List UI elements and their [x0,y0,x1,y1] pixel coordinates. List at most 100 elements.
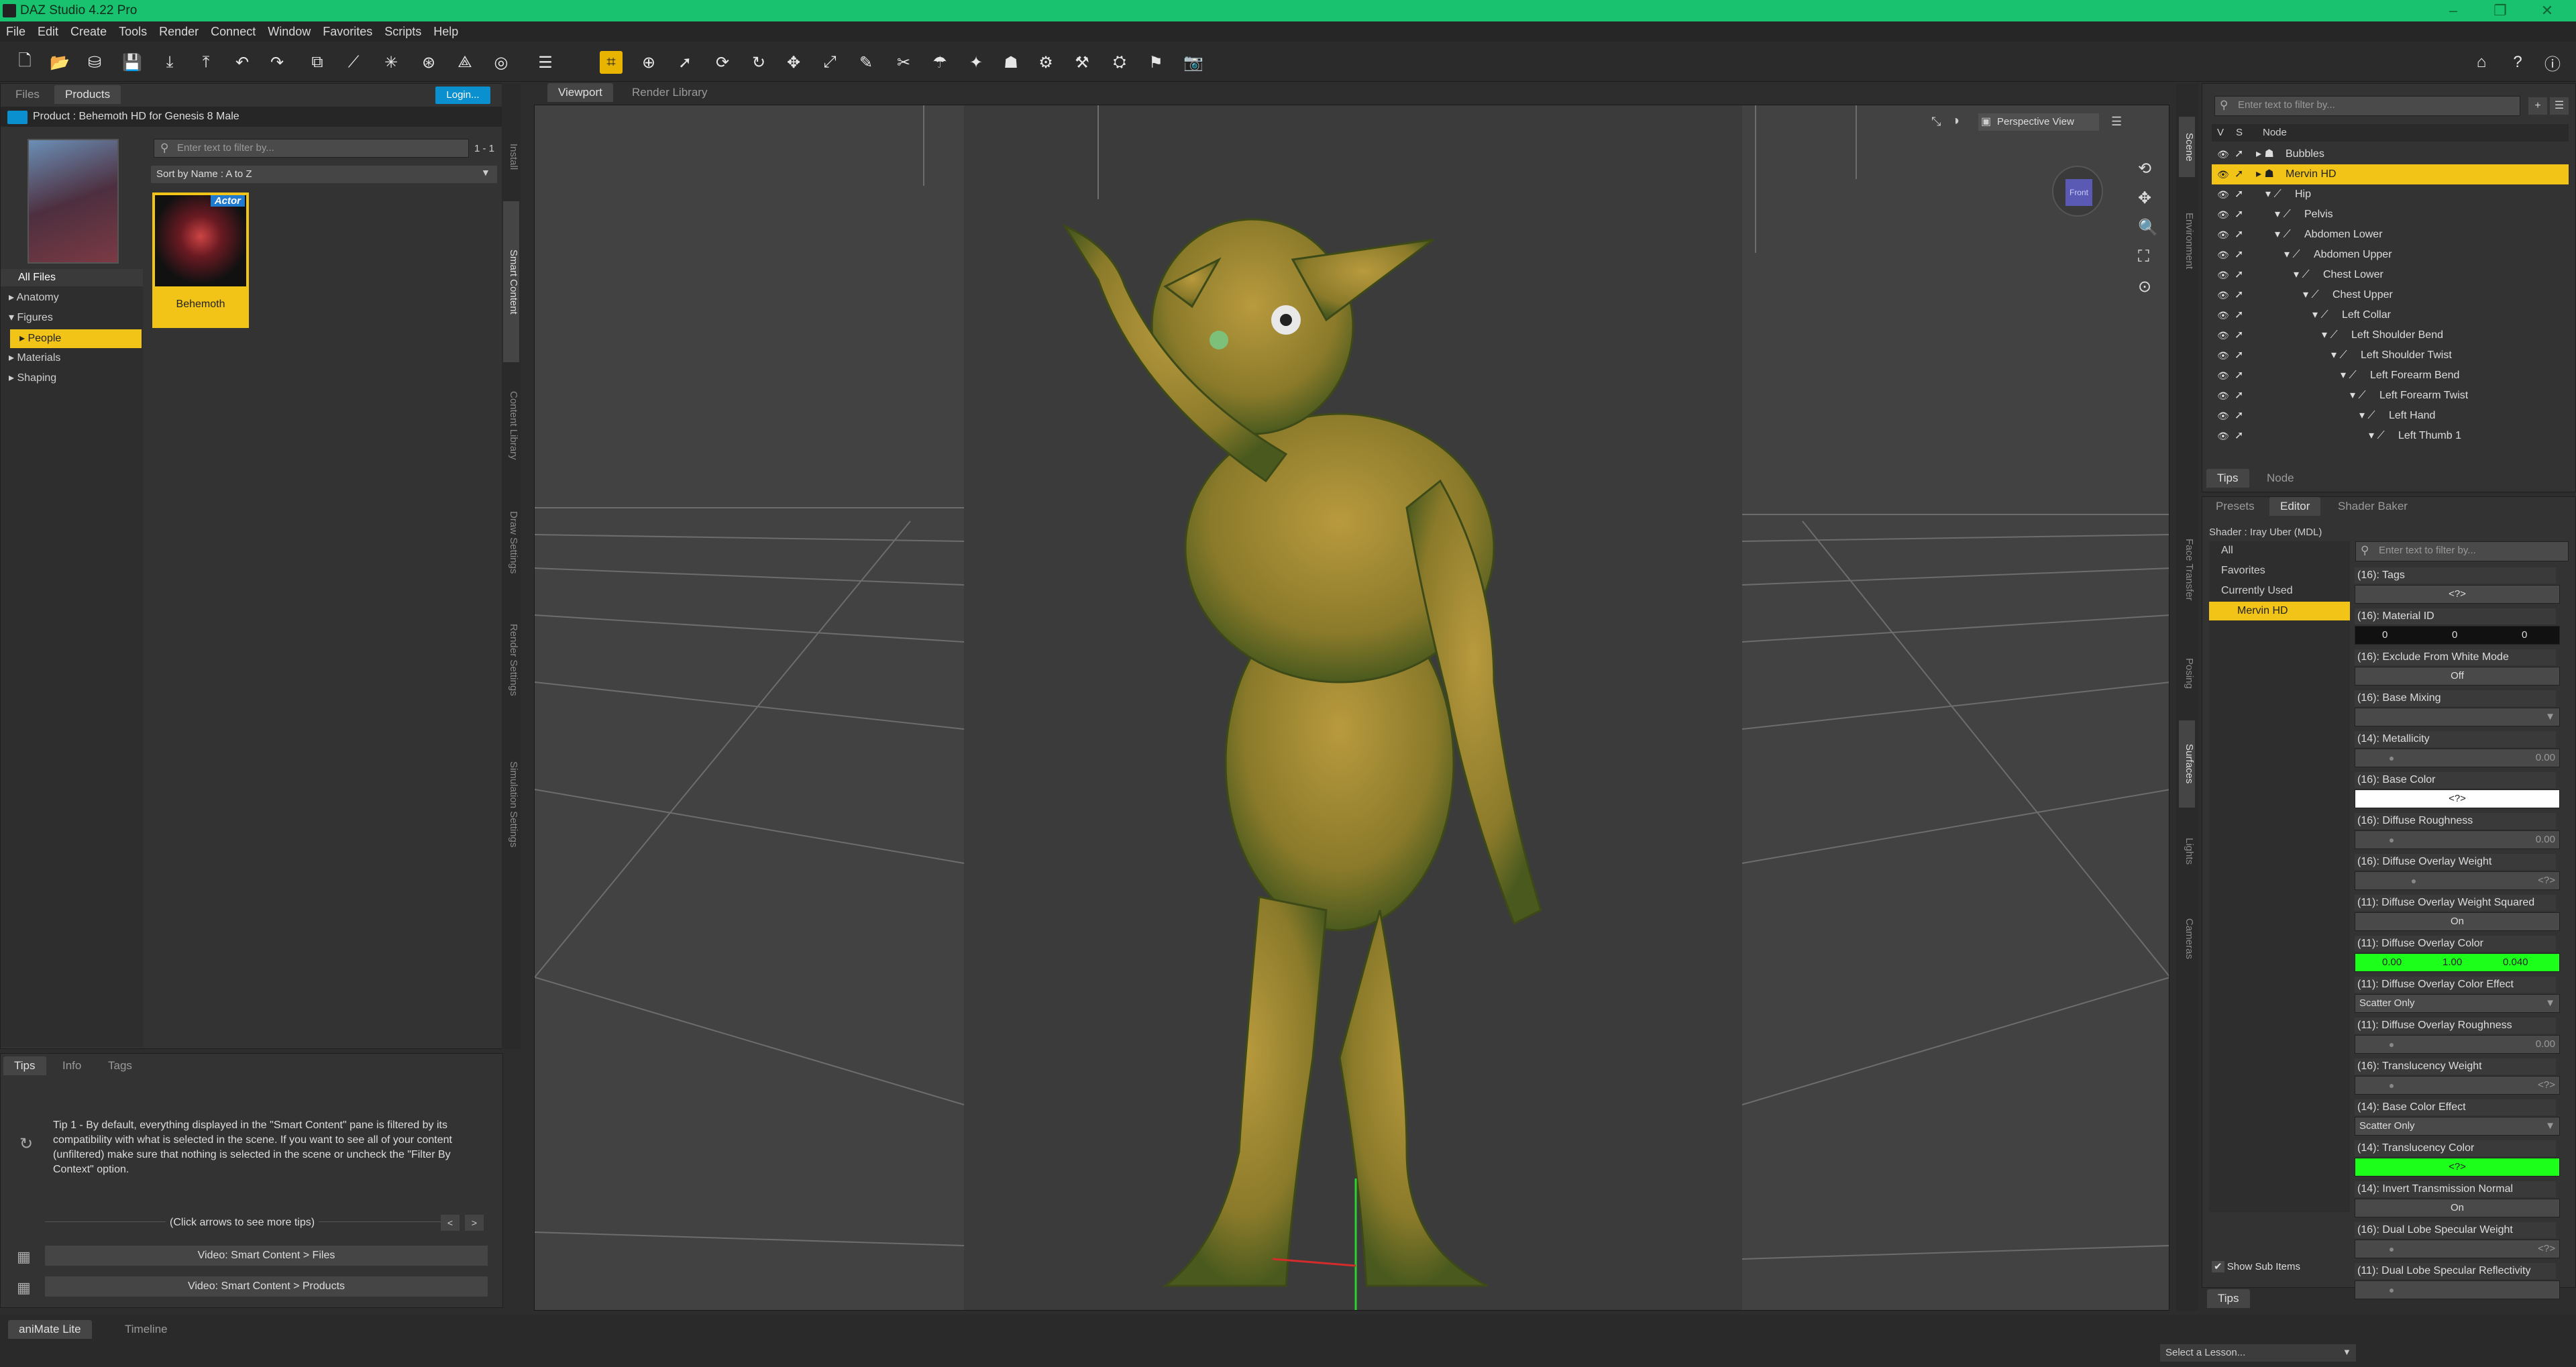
tab-animate-lite[interactable]: aniMate Lite [8,1320,92,1339]
surface-select-icon[interactable]: ✎ [855,51,877,74]
slider-handle[interactable] [2390,1043,2394,1047]
visibility-eye-icon[interactable]: 👁 [2217,184,2229,205]
scene-node[interactable]: 👁 ➚ ▾ ⟋ Left Shoulder Twist [2212,345,2569,366]
tab-scene-tips[interactable]: Tips [2206,469,2249,488]
property-slider[interactable]: 0.00 [2355,749,2560,767]
header-node[interactable]: Node [2263,124,2287,142]
color-channel[interactable]: 0.00 [2382,954,2402,971]
menu-edit[interactable]: Edit [32,21,64,42]
category-figures[interactable]: ▾ Figures [1,309,143,327]
render-icon[interactable]: ⚑ [1144,51,1167,74]
orbit-camera-icon[interactable]: ⟲ [2138,159,2151,178]
iray-preview-icon[interactable]: ⛭ [1108,51,1131,74]
tab-content-library[interactable]: Content Library [503,365,519,486]
slider-handle[interactable] [2390,838,2394,842]
visibility-eye-icon[interactable]: 👁 [2217,325,2229,345]
menu-render[interactable]: Render [153,21,205,42]
tab-posing[interactable]: Posing [2179,633,2195,714]
asset-tile[interactable]: Actor Behemoth [152,193,249,328]
view-cube[interactable]: Front [2052,166,2103,217]
tab-lights[interactable]: Lights [2179,814,2195,888]
merge-icon[interactable]: ⛁ [83,51,106,74]
selectable-icon[interactable]: ➚ [2235,144,2243,164]
category-all-files[interactable]: All Files [1,269,143,286]
group-currently-used[interactable]: Currently Used [2209,582,2350,600]
video-products-button[interactable]: Video: Smart Content > Products [45,1276,488,1297]
tab-bottom-tips[interactable]: Tips [2207,1289,2250,1308]
tip-next-button[interactable]: > [465,1215,484,1231]
scene-node[interactable]: 👁 ➚ ▾ ⟋ Left Forearm Bend [2212,366,2569,386]
selectable-icon[interactable]: ➚ [2235,285,2243,305]
property-toggle[interactable]: On [2355,912,2560,931]
category-people[interactable]: ▸ People [10,329,142,348]
visibility-eye-icon[interactable]: 👁 [2217,285,2229,305]
menu-create[interactable]: Create [64,21,113,42]
color-channel[interactable]: 1.00 [2443,954,2462,971]
property-slider[interactable]: <?> [2355,1240,2560,1258]
viewport-menu-icon[interactable]: ☰ [2111,115,2122,129]
selectable-icon[interactable]: ➚ [2235,164,2243,184]
tab-products[interactable]: Products [54,85,121,104]
universal-tool-icon[interactable]: ✳ [380,51,402,74]
selectable-icon[interactable]: ➚ [2235,265,2243,285]
slider-value[interactable]: 0.00 [2536,749,2555,767]
slider-value[interactable]: 0.00 [2536,831,2555,849]
reset-camera-icon[interactable]: ⊙ [2138,277,2151,296]
id-value[interactable]: 0 [2522,626,2527,644]
menu-file[interactable]: File [0,21,32,42]
tab-shader-baker[interactable]: Shader Baker [2327,497,2418,516]
whats-this-icon[interactable]: ? [2506,51,2529,74]
group-all[interactable]: All [2209,541,2350,560]
draw-style-icon[interactable]: ◑ [1951,113,1960,129]
redo-icon[interactable]: ↷ [266,51,288,74]
tab-files[interactable]: Files [5,85,50,104]
header-selectable[interactable]: S [2236,124,2243,142]
layout-icon[interactable]: ☰ [534,51,557,74]
id-value[interactable]: 0 [2382,626,2387,644]
selectable-icon[interactable]: ➚ [2235,225,2243,245]
property-color[interactable]: <?> [2355,789,2560,808]
tab-presets[interactable]: Presets [2205,497,2265,516]
active-pose-icon[interactable]: ⌗ [600,51,623,74]
selectable-icon[interactable]: ➚ [2235,245,2243,265]
select-arrow-icon[interactable]: ➚ [674,51,696,74]
zoom-camera-icon[interactable]: 🔍 [2138,218,2158,237]
show-sub-items[interactable]: ✔ Show Sub Items [2212,1260,2300,1272]
scene-node[interactable]: 👁 ➚ ▸ ☗ Bubbles [2212,144,2569,164]
menu-tools[interactable]: Tools [113,21,153,42]
tab-environment[interactable]: Environment [2179,190,2195,291]
slider-handle[interactable] [2390,1289,2394,1293]
lesson-select[interactable]: Select a Lesson... [2160,1344,2356,1362]
visibility-eye-icon[interactable]: 👁 [2217,386,2229,406]
menu-window[interactable]: Window [262,21,317,42]
video-files-button[interactable]: Video: Smart Content > Files [45,1246,488,1266]
spot-render-icon[interactable]: ◎ [490,51,513,74]
scene-node[interactable]: 👁 ➚ ▾ ⟋ Left Thumb 1 [2212,426,2569,446]
slider-value[interactable]: 0.00 [2536,1036,2555,1053]
property-dropdown[interactable]: Scatter Only ▼ [2355,994,2560,1013]
selectable-icon[interactable]: ➚ [2235,386,2243,406]
slider-handle[interactable] [2390,1084,2394,1088]
render-settings-icon[interactable]: ⚒ [1071,51,1093,74]
selectable-icon[interactable]: ➚ [2235,345,2243,366]
tab-render-settings[interactable]: Render Settings [503,600,519,720]
tip-prev-button[interactable]: < [441,1215,460,1231]
tab-timeline[interactable]: Timeline [114,1320,178,1339]
selectable-icon[interactable]: ➚ [2235,325,2243,345]
tab-face-transfer[interactable]: Face Transfer [2179,519,2195,620]
pan-camera-icon[interactable]: ✥ [2138,188,2151,208]
visibility-eye-icon[interactable]: 👁 [2217,245,2229,265]
tab-simulation-settings[interactable]: Simulation Settings [503,727,519,881]
scene-filter-input[interactable]: Enter text to filter by... [2214,96,2520,116]
scene-menu-icon[interactable]: ☰ [2550,97,2569,115]
category-shaping[interactable]: ▸ Shaping [1,370,143,387]
scene-node[interactable]: 👁 ➚ ▾ ⟋ Chest Lower [2212,265,2569,285]
tab-tips[interactable]: Tips [3,1056,46,1075]
tab-scene-node[interactable]: Node [2256,469,2305,488]
category-materials[interactable]: ▸ Materials [1,349,143,367]
geometry-editor-icon[interactable]: ⟁ [453,51,476,74]
tab-draw-settings[interactable]: Draw Settings [503,492,519,593]
surface-filter-input[interactable]: Enter text to filter by... [2355,541,2569,561]
slider-handle[interactable] [2390,1248,2394,1252]
add-icon[interactable]: + [2528,97,2547,115]
